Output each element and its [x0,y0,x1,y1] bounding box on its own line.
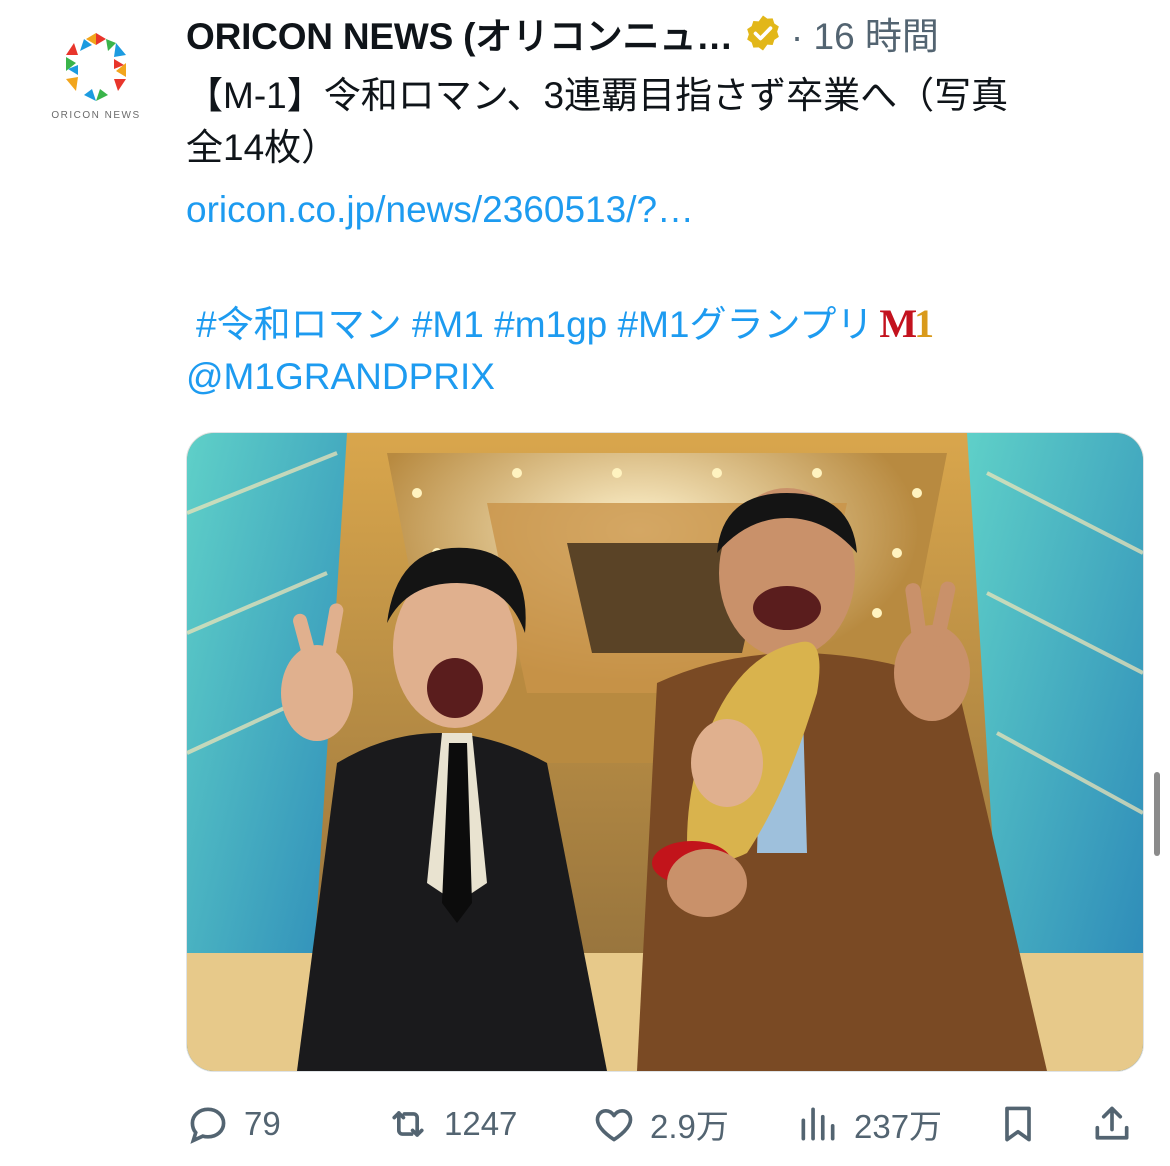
scrollbar[interactable] [1154,772,1160,856]
retweet-count: 1247 [444,1105,518,1142]
like-button[interactable]: 2.9万 [592,1094,729,1154]
account-name[interactable]: ORICON NEWS (オリコンニュ… [186,6,733,60]
retweet-icon [392,1111,424,1137]
views-count: 237万 [854,1108,943,1145]
tweet-header: ORICON NEWS (オリコンニュ… · 16 時間 [186,8,1150,58]
heart-icon [595,1108,633,1142]
like-count: 2.9万 [650,1108,729,1145]
reply-icon [190,1107,226,1144]
share-button[interactable] [1090,1094,1134,1154]
bookmark-icon [1005,1106,1031,1142]
tweet-text: 【M-1】令和ロマン、3連覇目指さず卒業へ（写真 全14枚） oricon.co… [186,70,1146,403]
retweet-button[interactable]: 1247 [386,1094,517,1154]
tweet-photo[interactable] [186,432,1144,1072]
m1-badge-m: M [879,301,917,346]
reply-button[interactable]: 79 [186,1094,281,1154]
hashtag-list[interactable]: #令和ロマン #M1 #m1gp #M1グランプリ [196,304,873,345]
share-icon [1095,1106,1129,1140]
oricon-logo-icon [66,33,126,101]
mention-link[interactable]: @M1GRANDPRIX [186,351,1146,403]
tweet-line-2: 全14枚） [186,127,339,168]
avatar-caption: ORICON NEWS [51,110,141,121]
avatar[interactable]: ORICON NEWS [40,20,152,132]
views-chart-icon [801,1107,835,1141]
reply-count: 79 [244,1105,281,1142]
action-bar: 79 1247 2.9万 237万 [186,1094,1146,1154]
tweet-line-1: 【M-1】令和ロマン、3連覇目指さず卒業へ（写真 [186,75,1009,116]
verified-badge-icon[interactable] [743,13,783,53]
m1-badge-1: 1 [914,301,934,346]
stage-photo-illustration [187,433,1143,1071]
article-link[interactable]: oricon.co.jp/news/2360513/?… [186,184,1146,236]
m1-emoji-icon: M1 [879,298,934,350]
timestamp[interactable]: · 16 時間 [791,6,939,60]
views-button[interactable]: 237万 [796,1094,942,1154]
bookmark-button[interactable] [996,1094,1040,1154]
